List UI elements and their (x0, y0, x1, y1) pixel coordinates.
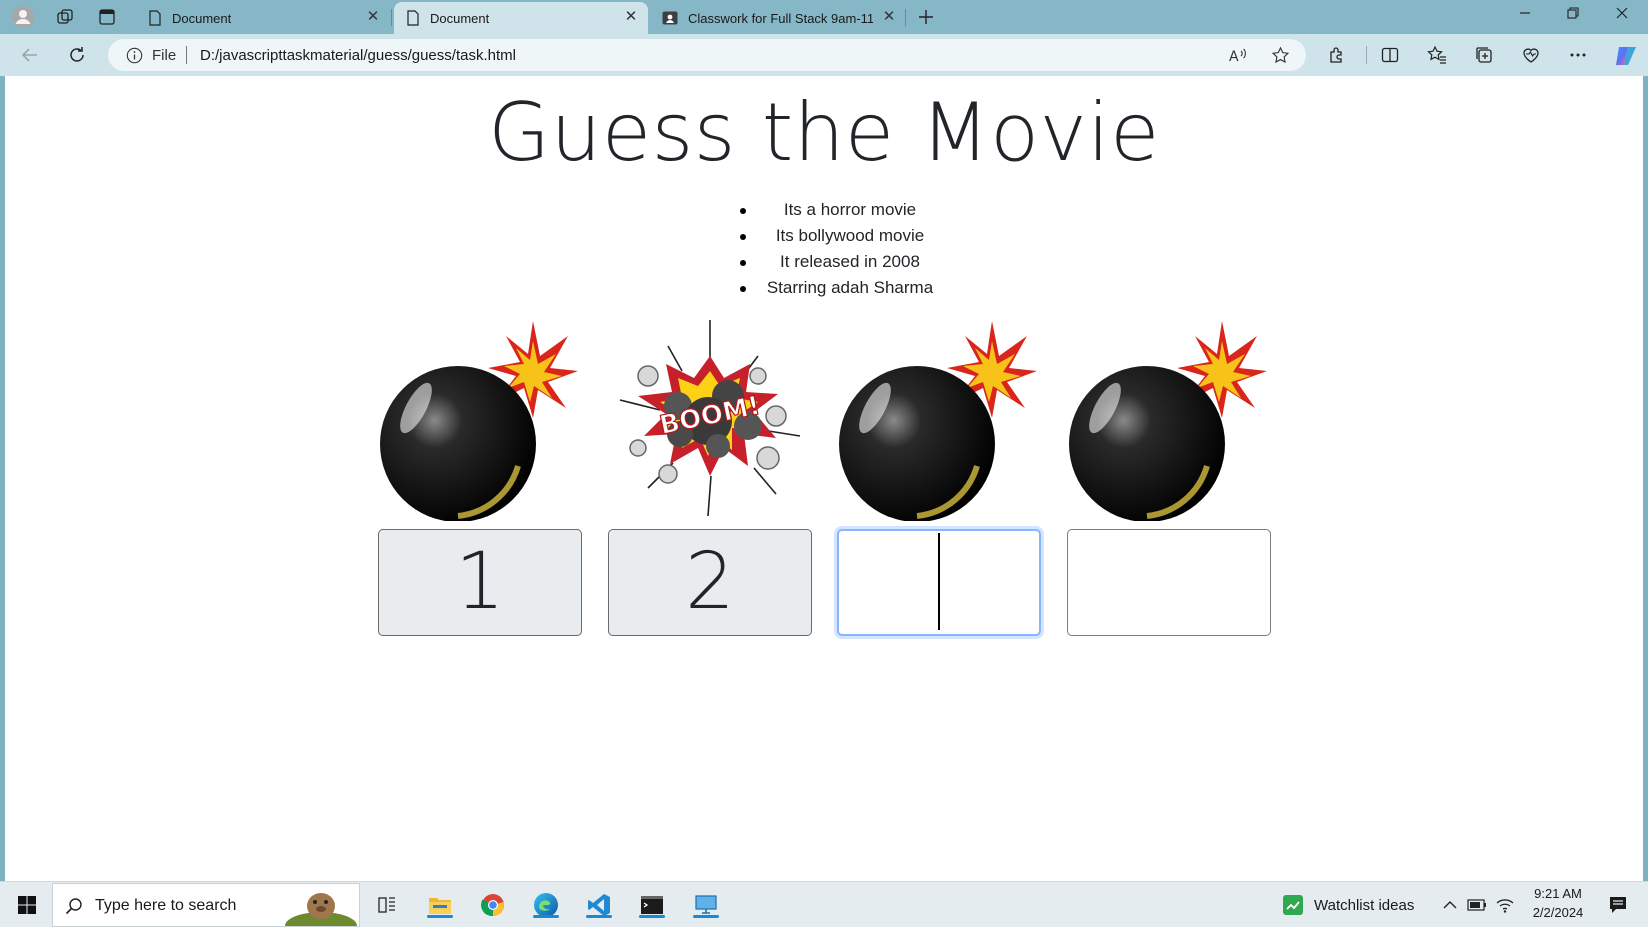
browser-toolbar: File D:/javascripttaskmaterial/guess/gue… (0, 34, 1648, 76)
text-caret (938, 533, 940, 630)
page-viewport: Guess the Movie Its a horror movie Its b… (5, 76, 1643, 881)
restore-icon[interactable] (1562, 6, 1584, 26)
bomb-image[interactable] (378, 316, 583, 522)
window-close-icon[interactable] (1611, 6, 1633, 26)
svg-text:A: A (1229, 49, 1239, 64)
classroom-icon (662, 11, 678, 25)
stocks-icon (1283, 895, 1303, 915)
new-tab-icon[interactable] (913, 5, 939, 29)
page-title: Guess the Movie (488, 86, 1160, 179)
divider (1366, 46, 1367, 64)
search-highlight-image (285, 893, 357, 926)
hint-item: Its bollywood movie (740, 223, 960, 249)
tab-document-1[interactable]: Document ✕ (136, 2, 390, 34)
tab-label: Document (430, 10, 490, 26)
tab-label: Classwork for Full Stack 9am-11a (688, 10, 873, 26)
chevron-up-icon[interactable] (1440, 890, 1460, 920)
active-indicator (693, 915, 719, 918)
windows-taskbar: Type here to search Watchlist ideas 9:21… (0, 881, 1648, 927)
active-indicator (586, 915, 612, 918)
task-view-icon[interactable] (372, 890, 402, 920)
boom-explosion-image[interactable]: BOOM! (608, 316, 813, 521)
edge-icon[interactable] (531, 890, 561, 920)
active-indicator (427, 915, 453, 918)
terminal-icon[interactable] (637, 890, 667, 920)
profile-avatar-icon[interactable] (10, 5, 36, 29)
info-icon[interactable] (126, 47, 143, 64)
address-bar[interactable]: File D:/javascripttaskmaterial/guess/gue… (108, 39, 1306, 71)
collections-icon[interactable] (1472, 43, 1496, 67)
close-icon[interactable]: ✕ (624, 9, 638, 24)
vscode-icon[interactable] (584, 890, 614, 920)
notifications-icon[interactable] (1603, 890, 1633, 920)
url-text[interactable]: D:/javascripttaskmaterial/guess/guess/ta… (200, 47, 516, 64)
bomb-card-1: 1 (378, 316, 583, 646)
more-options-icon[interactable] (1566, 43, 1590, 67)
chrome-icon[interactable] (478, 890, 508, 920)
clock-time[interactable]: 9:21 AM (1522, 886, 1594, 901)
search-placeholder: Type here to search (95, 897, 237, 914)
number-box[interactable]: 2 (608, 529, 812, 636)
back-arrow-icon[interactable] (18, 43, 42, 67)
bomb-card-4 (1067, 316, 1272, 646)
browser-titlebar: Document ✕ Document ✕ Classwork for Full… (0, 0, 1648, 34)
clock-date[interactable]: 2/2/2024 (1522, 905, 1594, 920)
bomb-card-2: BOOM! 2 (608, 316, 813, 646)
scheme-label: File (152, 47, 177, 64)
watchlist-widget[interactable]: Watchlist ideas (1282, 890, 1442, 920)
hint-list: Its a horror movie Its bollywood movie I… (740, 197, 960, 301)
workspaces-icon[interactable] (52, 5, 78, 29)
watchlist-label: Watchlist ideas (1314, 896, 1415, 914)
bomb-image[interactable] (1067, 316, 1272, 522)
hint-item: Its a horror movie (740, 197, 960, 223)
number-box[interactable] (1067, 529, 1271, 636)
reload-icon[interactable] (65, 43, 89, 67)
page-icon (407, 10, 419, 26)
taskbar-search-input[interactable]: Type here to search (52, 883, 360, 927)
divider (186, 46, 187, 64)
active-indicator (533, 915, 559, 918)
browser-essentials-icon[interactable] (1519, 43, 1543, 67)
tab-label: Document (172, 10, 232, 26)
windows-start-icon[interactable] (12, 890, 42, 920)
close-icon[interactable]: ✕ (366, 9, 380, 24)
extensions-icon[interactable] (1325, 43, 1349, 67)
remote-desktop-icon[interactable] (691, 890, 721, 920)
hint-item: Starring adah Sharma (740, 275, 960, 301)
bomb-image[interactable] (837, 316, 1042, 522)
search-icon (65, 898, 82, 915)
vertical-tabs-icon[interactable] (94, 5, 120, 29)
wifi-icon[interactable] (1494, 890, 1516, 920)
file-explorer-icon[interactable] (425, 890, 455, 920)
battery-icon[interactable] (1466, 890, 1488, 920)
tab-divider (905, 9, 906, 26)
page-icon (149, 10, 161, 26)
tab-divider (391, 9, 392, 26)
split-screen-icon[interactable] (1378, 43, 1402, 67)
read-aloud-icon[interactable]: A (1228, 46, 1248, 64)
active-indicator (639, 915, 665, 918)
copilot-icon[interactable] (1612, 42, 1639, 69)
bomb-card-3 (837, 316, 1042, 646)
tab-document-2[interactable]: Document ✕ (394, 2, 648, 34)
favorites-icon[interactable] (1425, 43, 1449, 67)
hint-item: It released in 2008 (740, 249, 960, 275)
favorite-star-icon[interactable] (1271, 46, 1290, 65)
number-box[interactable]: 1 (378, 529, 582, 636)
tab-classwork[interactable]: Classwork for Full Stack 9am-11a ✕ (650, 2, 904, 34)
minimize-icon[interactable] (1514, 6, 1536, 26)
close-icon[interactable]: ✕ (882, 9, 896, 24)
